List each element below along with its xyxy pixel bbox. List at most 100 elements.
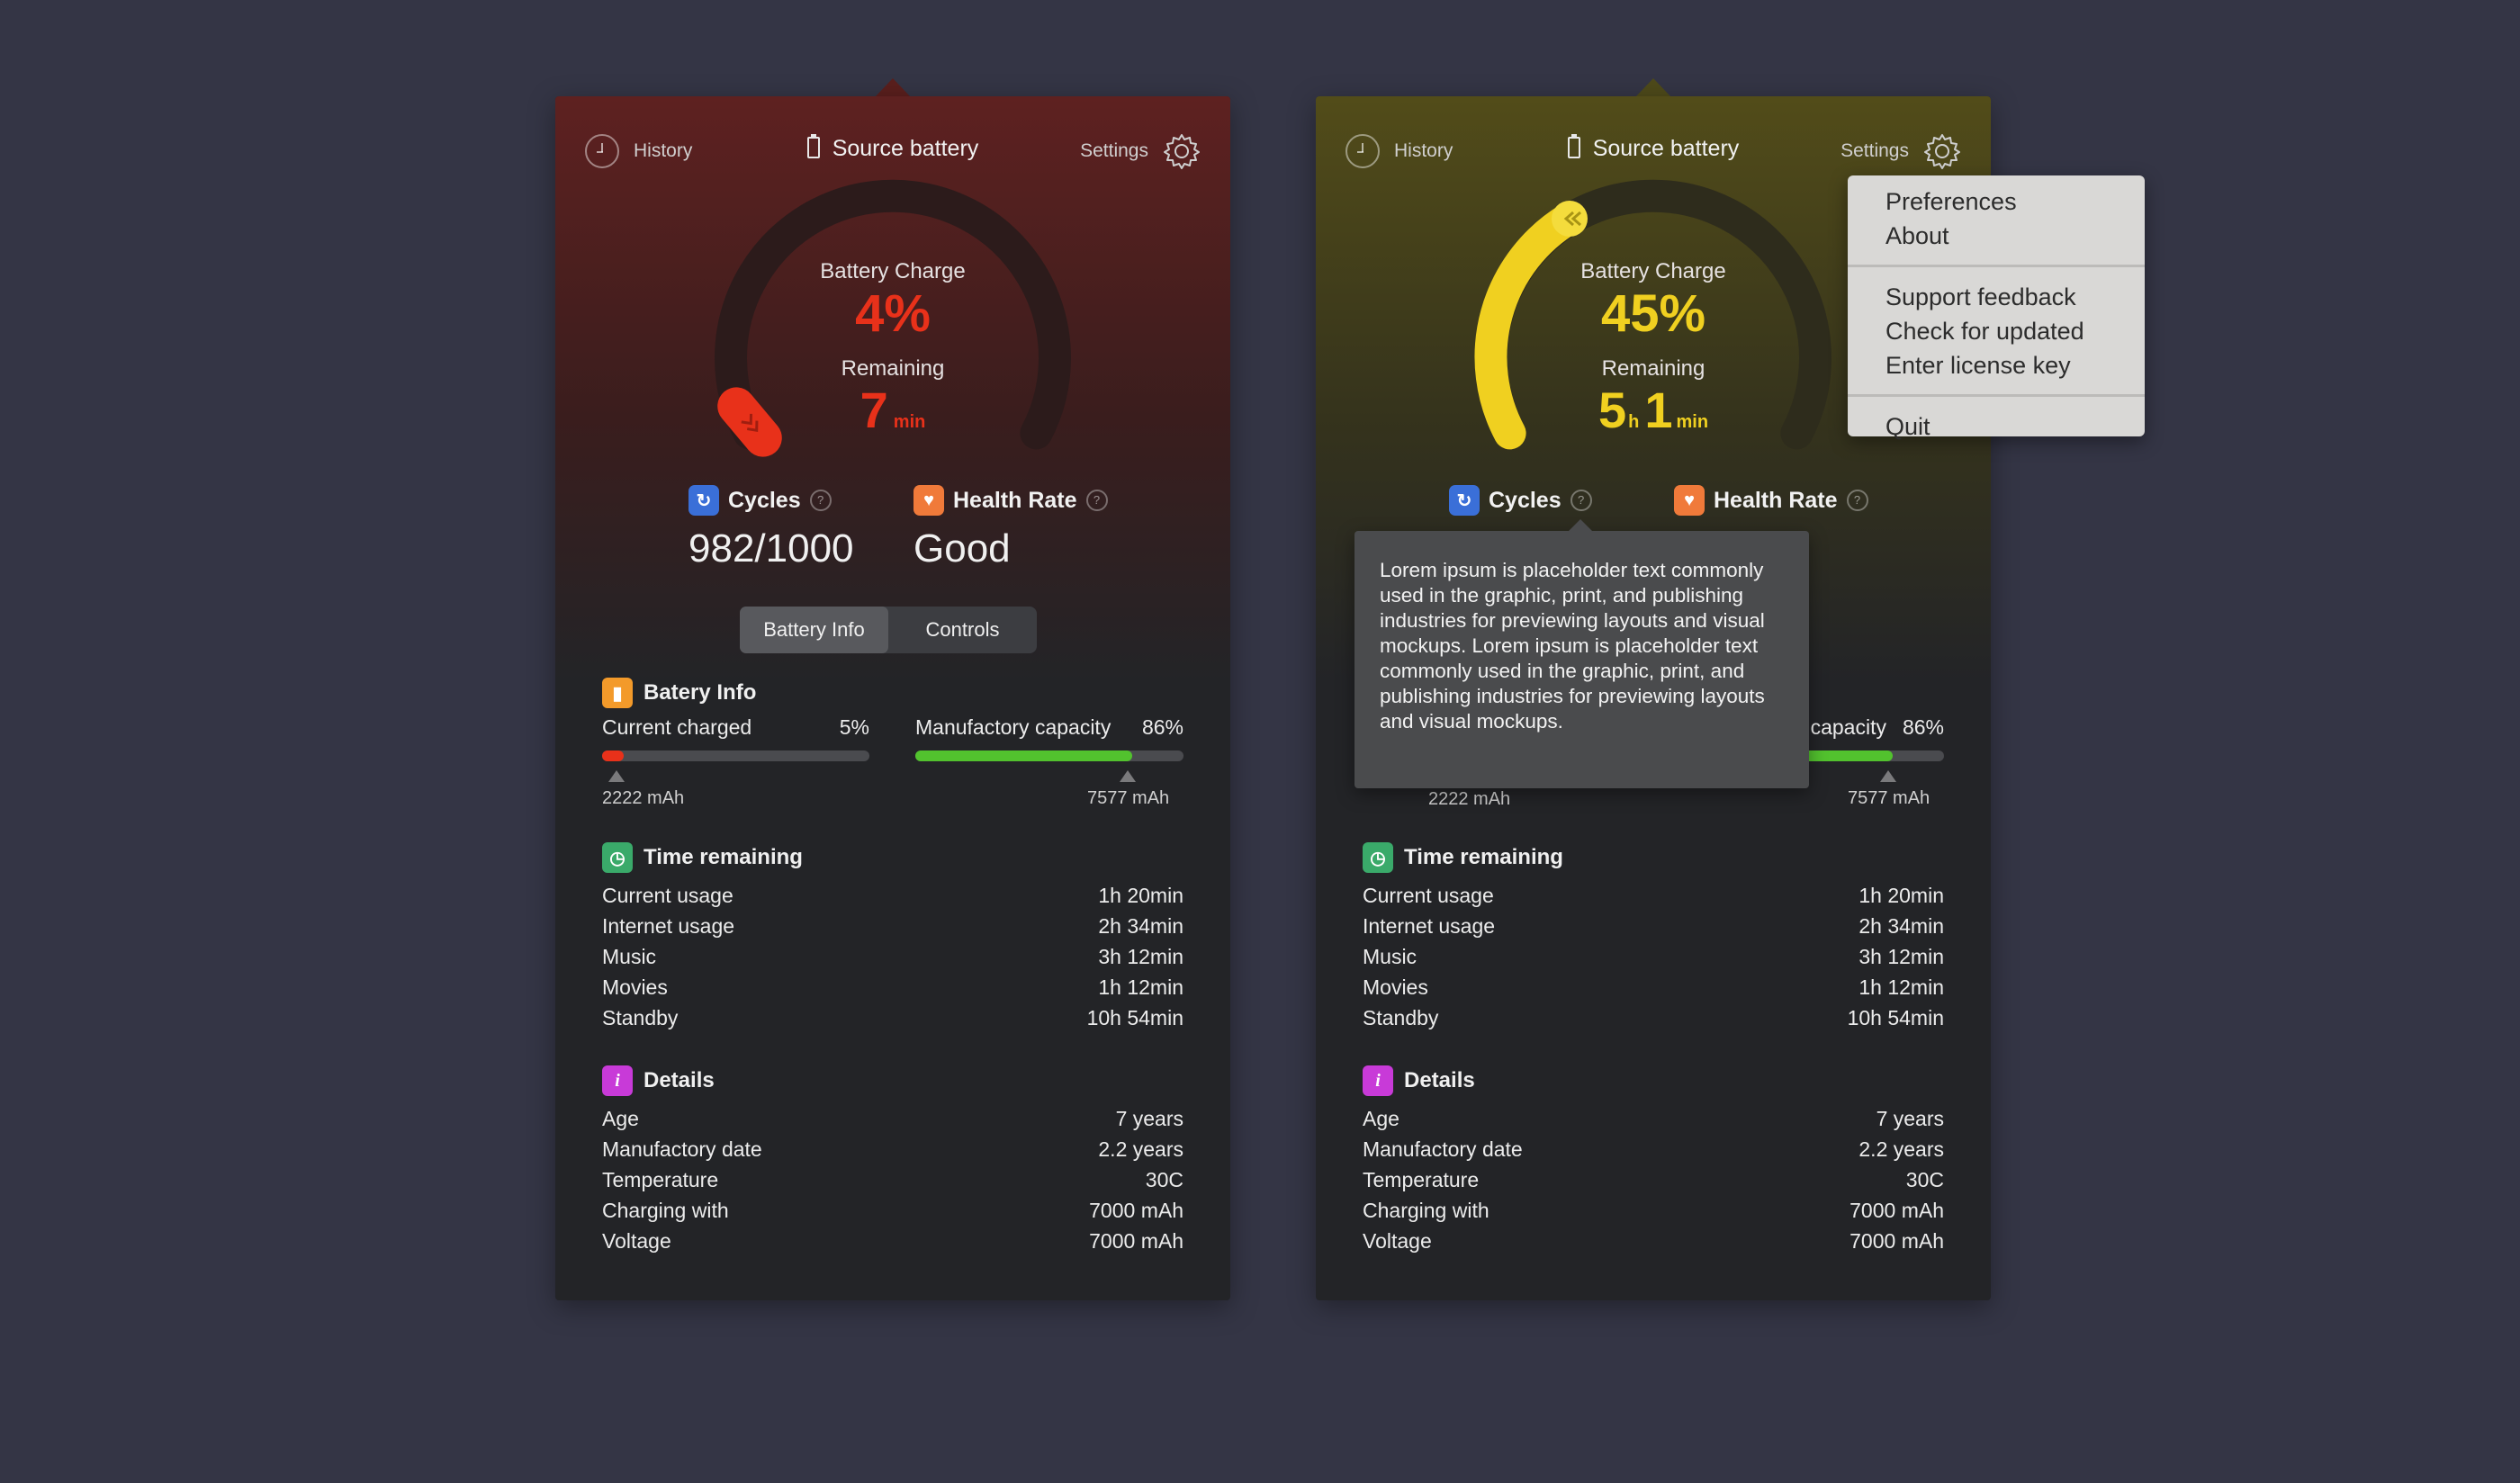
tab-controls[interactable]: Controls	[888, 607, 1037, 653]
tab-battery-info[interactable]: Battery Info	[740, 607, 888, 653]
cycles-icon: ↻	[1449, 485, 1480, 516]
row-label: Movies	[602, 975, 668, 999]
h-unit: h	[1628, 412, 1640, 432]
marker-icon	[1880, 770, 1896, 782]
details-title: Details	[1404, 1068, 1475, 1092]
health-stat: ♥ Health Rate? Good	[914, 485, 1108, 571]
row-value: 30C	[1145, 1168, 1184, 1191]
row-value: 7 years	[1876, 1107, 1944, 1130]
current-charged-fill	[602, 750, 624, 761]
current-charged-track: 2222 mAh	[602, 750, 869, 808]
details-section: i Details Age 7 years Manufactory date 2.2 …	[1363, 1065, 1944, 1256]
row-label: Current usage	[1363, 884, 1494, 907]
time-title: Time remaining	[644, 845, 803, 869]
menu-item-quit[interactable]: Quit	[1848, 409, 2145, 444]
remaining-label: Remaining	[841, 356, 945, 381]
mah-right: 7577 mAh	[1087, 788, 1170, 808]
help-icon[interactable]: ?	[1570, 490, 1592, 511]
help-icon[interactable]: ?	[1846, 490, 1868, 511]
heart-icon: ♥	[914, 485, 944, 516]
cycles-label: Cycles	[728, 487, 801, 513]
capacity-label: Manufactory capacity	[915, 715, 1112, 739]
remaining-hours: 5	[1598, 382, 1627, 438]
time-title: Time remaining	[1404, 845, 1563, 869]
help-icon[interactable]: ?	[809, 490, 832, 511]
menu-item-license-key[interactable]: Enter license key	[1848, 348, 2145, 382]
heart-icon: ♥	[1674, 485, 1705, 516]
row-value: 2.2 years	[1858, 1137, 1944, 1161]
current-charged-label: Current charged	[602, 715, 752, 739]
row-label: Temperature	[1363, 1168, 1480, 1191]
capacity-value: 86%	[1902, 715, 1944, 739]
time-row: Current usage 1h 20min	[1363, 880, 1944, 911]
row-value: 1h 20min	[1858, 884, 1944, 907]
health-value: Good	[914, 526, 1011, 571]
row-label: Voltage	[1363, 1229, 1432, 1253]
battery-info-title: Batery Info	[644, 680, 757, 705]
menu-item-preferences[interactable]: Preferences	[1848, 184, 2145, 219]
row-value: 1h 12min	[1858, 975, 1944, 999]
mah-left: 2222 mAh	[602, 788, 685, 808]
row-label: Music	[602, 945, 657, 968]
row-label: Standby	[602, 1006, 679, 1029]
time-row: Standby 10h 54min	[602, 1002, 1184, 1033]
details-title: Details	[644, 1068, 715, 1092]
row-label: Manufactory date	[602, 1137, 762, 1161]
battery-panel-low: History Source battery Settings Battery …	[555, 96, 1230, 1300]
min-unit: min	[893, 412, 926, 432]
menu-item-about[interactable]: About	[1848, 219, 2145, 253]
time-row: Standby 10h 54min	[1363, 1002, 1944, 1033]
current-charged-value: 5%	[839, 715, 869, 739]
charge-value: 4%	[855, 284, 931, 343]
time-row: Current usage 1h 20min	[602, 880, 1184, 911]
details-section: i Details Age 7 years Manufactory date 2.2 …	[602, 1065, 1184, 1256]
row-value: 2h 34min	[1098, 914, 1184, 938]
menu-item-check-updates[interactable]: Check for updated	[1848, 314, 2145, 348]
row-label: Internet usage	[1363, 914, 1496, 938]
tooltip-text: Lorem ipsum is placeholder text commonly…	[1380, 559, 1765, 733]
marker-icon	[1120, 770, 1136, 782]
cycles-label: Cycles	[1489, 487, 1562, 513]
details-row: Temperature 30C	[602, 1164, 1184, 1195]
row-label: Manufactory date	[1363, 1137, 1523, 1161]
row-value: 7000 mAh	[1089, 1229, 1184, 1253]
row-label: Standby	[1363, 1006, 1439, 1029]
row-value: 10h 54min	[1086, 1006, 1184, 1029]
details-row: Charging with 7000 mAh	[1363, 1195, 1944, 1226]
time-remaining-section: ◷ Time remaining Current usage 1h 20min In…	[602, 842, 1184, 1033]
details-row: Age 7 years	[1363, 1103, 1944, 1134]
capacity-label: capacity	[1810, 715, 1886, 739]
row-label: Voltage	[602, 1229, 671, 1253]
row-value: 3h 12min	[1098, 945, 1184, 968]
help-icon[interactable]: ?	[1085, 490, 1108, 511]
gauge-knob[interactable]	[1552, 201, 1588, 237]
capacity-bar: Manufactory capacity 86% 7577 mAh	[915, 715, 1184, 808]
clock-icon: ◷	[602, 842, 633, 873]
cycles-stat: ↻ Cycles?	[1449, 485, 1592, 516]
row-label: Music	[1363, 945, 1418, 968]
details-row: Manufactory date 2.2 years	[602, 1134, 1184, 1164]
settings-menu: Preferences About Support feedback Check…	[1848, 175, 2145, 440]
time-row: Movies 1h 12min	[1363, 972, 1944, 1002]
time-row: Internet usage 2h 34min	[602, 911, 1184, 941]
row-label: Age	[1363, 1107, 1400, 1130]
time-row: Movies 1h 12min	[602, 972, 1184, 1002]
row-value: 7 years	[1115, 1107, 1184, 1130]
remaining-value: 7 min	[555, 381, 1230, 439]
marker-icon	[608, 770, 625, 782]
menu-item-support-feedback[interactable]: Support feedback	[1848, 280, 2145, 314]
row-label: Charging with	[1363, 1199, 1490, 1222]
mah-left: 2222 mAh	[1428, 789, 1511, 809]
row-value: 3h 12min	[1858, 945, 1944, 968]
capacity-fill	[915, 750, 1133, 761]
capacity-track: 7577 mAh	[915, 750, 1184, 808]
details-row: Temperature 30C	[1363, 1164, 1944, 1195]
time-row: Music 3h 12min	[1363, 941, 1944, 972]
row-value: 30C	[1905, 1168, 1944, 1191]
capacity-value: 86%	[1141, 715, 1184, 739]
mah-right: 7577 mAh	[1848, 788, 1930, 808]
info-icon: i	[1363, 1065, 1393, 1096]
battery-info-icon: ▮	[602, 678, 633, 708]
health-label: Health Rate	[953, 487, 1077, 513]
menu-divider	[1848, 394, 2145, 397]
